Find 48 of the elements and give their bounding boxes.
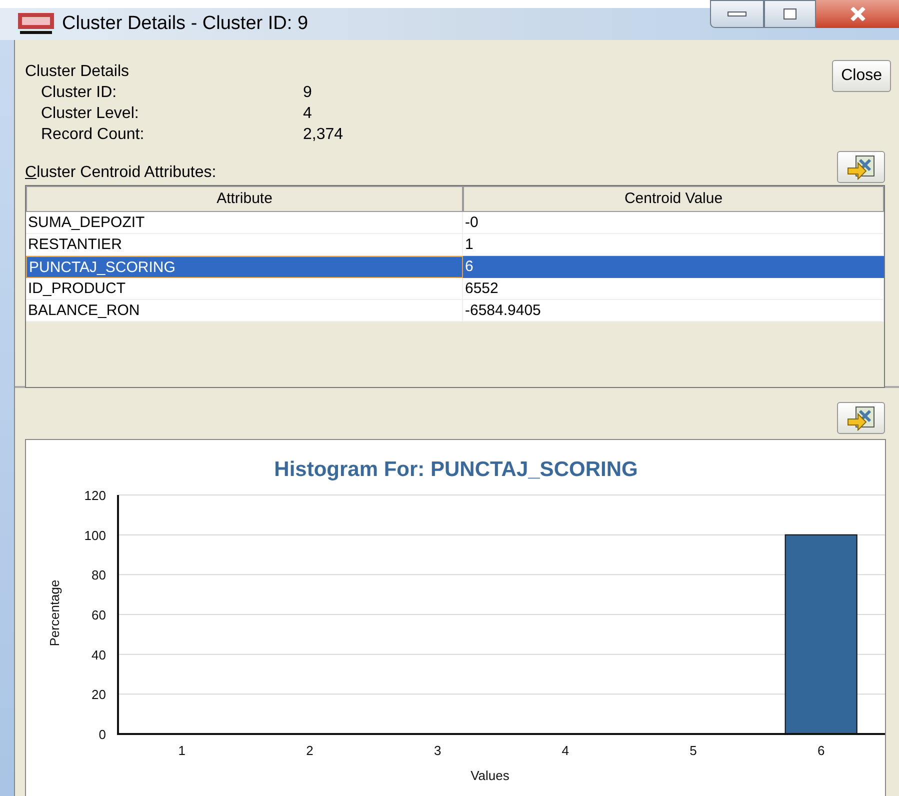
minimize-button[interactable] — [710, 0, 764, 28]
y-tick-label: 100 — [84, 528, 106, 543]
field-label: Record Count: — [41, 125, 146, 145]
table-label: Cluster Centroid Attributes: — [25, 163, 216, 183]
y-tick-label: 120 — [84, 488, 106, 503]
app-icon — [18, 13, 54, 35]
x-axis-label: Values — [470, 768, 510, 783]
table-cell: PUNCTAJ_SCORING — [26, 256, 463, 278]
window-title: Cluster Details - Cluster ID: 9 — [62, 12, 308, 36]
export-icon — [846, 405, 876, 431]
y-tick-label: 80 — [92, 568, 106, 583]
x-tick-label: 2 — [306, 743, 314, 758]
y-tick-label: 20 — [92, 687, 106, 702]
export-icon — [846, 154, 876, 180]
x-tick-label: 3 — [434, 743, 442, 758]
field-value: 9 — [303, 83, 312, 103]
section-heading: Cluster Details — [25, 62, 130, 82]
field-value: 4 — [303, 104, 312, 124]
y-axis-label: Percentage — [47, 580, 62, 646]
chart-title: Histogram For: PUNCTAJ_SCORING — [274, 458, 638, 481]
field-label: Cluster Level: — [41, 104, 140, 124]
x-tick-label: 6 — [817, 743, 825, 758]
export-button[interactable] — [837, 402, 885, 434]
y-tick-label: 0 — [98, 727, 106, 742]
close-button[interactable]: Close — [832, 60, 891, 92]
field-value: 2,374 — [303, 125, 344, 145]
maximize-icon — [783, 8, 797, 20]
x-tick-label: 1 — [178, 743, 186, 758]
maximize-button[interactable] — [764, 0, 816, 28]
table-row[interactable]: BALANCE_RON -6584.9405 — [26, 300, 884, 322]
close-window-button[interactable] — [816, 0, 899, 28]
table-row[interactable]: RESTANTIER 1 — [26, 234, 884, 256]
x-tick-label: 5 — [690, 743, 697, 758]
column-header[interactable]: Attribute — [26, 186, 463, 212]
table-row[interactable]: PUNCTAJ_SCORING 6 — [26, 256, 884, 278]
table-row[interactable]: SUMA_DEPOZIT -0 — [26, 212, 884, 234]
y-tick-label: 40 — [92, 647, 106, 662]
x-tick-label: 4 — [562, 743, 570, 758]
y-tick-label: 60 — [92, 608, 106, 622]
table-cell: RESTANTIER — [26, 234, 463, 256]
table-cell: -6584.9405 — [463, 300, 884, 322]
field-label: Cluster ID: — [41, 83, 118, 103]
table-row[interactable]: ID_PRODUCT 6552 — [26, 278, 884, 300]
table-cell: BALANCE_RON — [26, 300, 463, 322]
minimize-icon — [727, 11, 747, 17]
column-header[interactable]: Centroid Value — [463, 186, 884, 212]
close-icon — [848, 7, 866, 21]
export-button[interactable] — [837, 151, 885, 183]
